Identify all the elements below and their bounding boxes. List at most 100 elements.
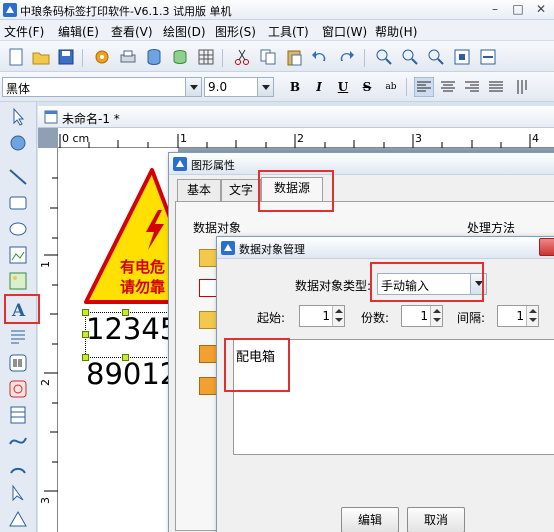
add-icon[interactable] (199, 249, 217, 267)
font-family-select[interactable]: 黑体 (2, 77, 202, 97)
ruler-label: 0 cm (62, 132, 90, 145)
main-toolbar (0, 40, 554, 72)
copies-stepper[interactable]: 1 (401, 305, 443, 327)
table-tool-icon[interactable] (7, 404, 29, 426)
data-object-label: 数据对象 (193, 221, 242, 235)
menu-draw[interactable]: 绘图(D) (163, 23, 206, 40)
menu-file[interactable]: 文件(F) (4, 23, 44, 40)
rectangle-tool-icon[interactable] (7, 192, 29, 214)
copies-value: 1 (420, 309, 428, 323)
edit-button[interactable]: 编辑 (341, 507, 399, 532)
save-icon[interactable] (56, 47, 76, 67)
pan-icon[interactable] (7, 132, 29, 154)
ellipse-tool-icon[interactable] (7, 218, 29, 240)
app-logo-icon (221, 241, 235, 255)
barcode-text-line1: 12345 (86, 312, 179, 346)
delete-icon[interactable] (199, 311, 217, 329)
stepper-arrows-icon[interactable] (430, 306, 442, 326)
curve-tool-icon[interactable] (7, 430, 29, 452)
menu-view[interactable]: 查看(V) (111, 23, 153, 40)
edit-icon[interactable] (199, 279, 217, 297)
minimize-button[interactable]: – (484, 1, 506, 18)
warning-text-line2: 请勿靠 (120, 278, 166, 296)
ruler-label: 2 (297, 132, 304, 145)
document-tab[interactable]: 未命名-1 * (38, 106, 554, 128)
copies-label: 份数: (361, 311, 390, 325)
fit-width-icon[interactable] (478, 47, 498, 67)
maximize-button[interactable]: □ (507, 1, 529, 18)
start-label: 起始: (257, 311, 286, 325)
align-right-icon[interactable] (462, 77, 482, 97)
zoom-out-icon[interactable] (400, 47, 420, 67)
font-size-value: 9.0 (208, 80, 228, 94)
move-down-icon[interactable] (199, 377, 217, 395)
tab-text[interactable]: 文字 (221, 179, 261, 201)
barcode-tool-icon[interactable] (7, 352, 29, 374)
start-stepper[interactable]: 1 (299, 305, 345, 327)
cancel-button[interactable]: 取消 (407, 507, 465, 532)
zoom-in-icon[interactable] (374, 47, 394, 67)
menu-window[interactable]: 窗口(W) (322, 23, 367, 40)
format-toolbar: 黑体 9.0 B I U S ab (0, 72, 554, 102)
dialog-close-button[interactable] (539, 238, 554, 256)
arc-tool-icon[interactable] (7, 456, 29, 478)
database-config-icon[interactable] (170, 47, 190, 67)
triangle-tool-icon[interactable] (7, 508, 29, 530)
image-tool-icon[interactable] (7, 244, 29, 266)
close-button[interactable]: ✕ (530, 1, 552, 18)
interval-value: 1 (516, 309, 524, 323)
polygon-tool-icon[interactable] (7, 482, 29, 504)
ruler-label: 4 (532, 132, 539, 145)
highlight-box (4, 294, 40, 324)
multiline-text-icon[interactable] (7, 326, 29, 348)
underline-button[interactable]: U (334, 78, 352, 96)
align-center-icon[interactable] (438, 77, 458, 97)
fit-page-icon[interactable] (452, 47, 472, 67)
chevron-down-icon[interactable] (257, 78, 273, 96)
bold-button[interactable]: B (286, 78, 304, 96)
vertical-text-icon[interactable] (512, 77, 532, 97)
undo-icon[interactable] (310, 47, 330, 67)
qrcode-tool-icon[interactable] (7, 378, 29, 400)
char-spacing-button[interactable]: ab (382, 78, 400, 96)
horizontal-ruler: 0 cm 1 2 3 4 (58, 128, 554, 148)
move-up-icon[interactable] (199, 345, 217, 363)
ruler-label: 1 (39, 261, 52, 268)
menu-tools[interactable]: 工具(T) (268, 23, 309, 40)
print-icon[interactable] (118, 47, 138, 67)
highlight-box (370, 262, 484, 302)
picture-tool-icon[interactable] (7, 270, 29, 292)
app-logo-icon (3, 3, 17, 17)
menu-help[interactable]: 帮助(H) (375, 23, 417, 40)
redo-icon[interactable] (336, 47, 356, 67)
line-tool-icon[interactable] (7, 166, 29, 188)
new-icon[interactable] (6, 47, 26, 67)
toolbar-separator (364, 49, 365, 67)
font-size-select[interactable]: 9.0 (204, 77, 274, 97)
stepper-arrows-icon[interactable] (332, 306, 344, 326)
italic-button[interactable]: I (310, 78, 328, 96)
paste-icon[interactable] (284, 47, 304, 67)
open-icon[interactable] (31, 47, 51, 67)
tab-basic[interactable]: 基本 (177, 179, 221, 201)
zoom-icon[interactable] (426, 47, 446, 67)
cut-icon[interactable] (232, 47, 252, 67)
grid-icon[interactable] (196, 47, 216, 67)
chevron-down-icon[interactable] (185, 78, 201, 96)
dialog-title: 数据对象管理 (239, 243, 305, 256)
dialog-title-bar: 图形属性 (169, 153, 554, 175)
font-family-value: 黑体 (6, 82, 31, 96)
database-icon[interactable] (144, 47, 164, 67)
copy-icon[interactable] (258, 47, 278, 67)
dialog-title-bar: 数据对象管理 (217, 237, 554, 259)
select-arrow-icon[interactable] (7, 106, 29, 128)
menu-edit[interactable]: 编辑(E) (58, 23, 99, 40)
settings-icon[interactable] (92, 47, 112, 67)
interval-stepper[interactable]: 1 (497, 305, 539, 327)
menu-shape[interactable]: 图形(S) (215, 23, 256, 40)
strikethrough-button[interactable]: S (358, 78, 376, 96)
align-justify-icon[interactable] (486, 77, 506, 97)
align-left-icon[interactable] (413, 76, 435, 98)
toolbar-separator (222, 49, 223, 67)
stepper-arrows-icon[interactable] (526, 306, 538, 326)
